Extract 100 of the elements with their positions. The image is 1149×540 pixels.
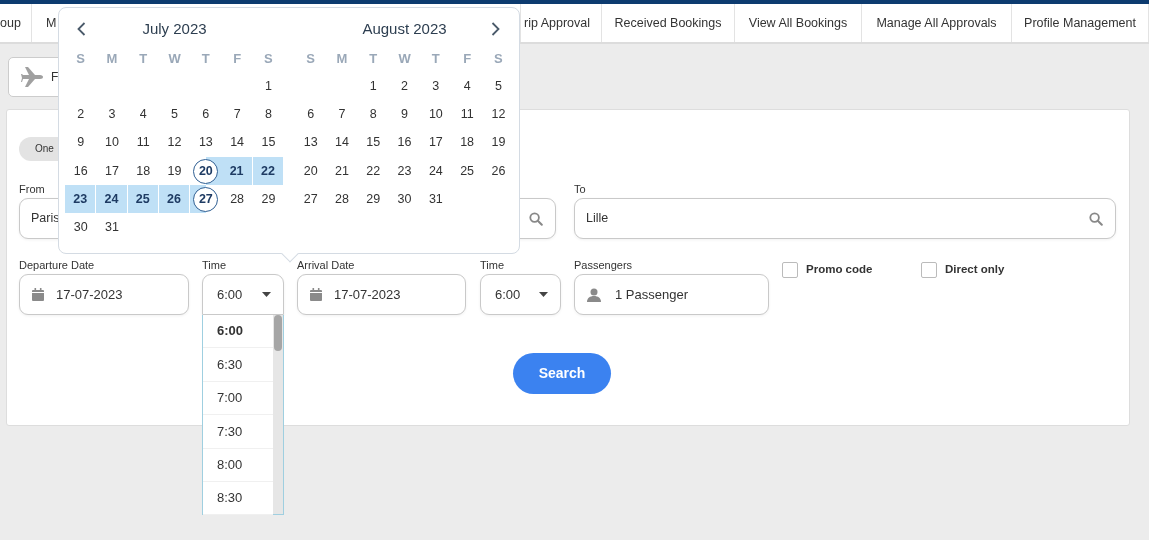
calendar-day[interactable]: 4 <box>127 100 159 129</box>
calendar-day[interactable]: 7 <box>326 100 358 129</box>
calendar-day[interactable]: 21 <box>326 156 358 186</box>
calendar-day[interactable]: 30 <box>65 213 97 242</box>
passenger-field[interactable]: 1 Passenger <box>574 274 769 315</box>
month-title: August 2023 <box>361 19 448 39</box>
field-label: Time <box>202 259 228 272</box>
calendar-day[interactable]: 24 <box>420 156 452 186</box>
calendar-day[interactable]: 25 <box>451 156 483 186</box>
calendar-day[interactable]: 22 <box>252 156 285 186</box>
field-label: Time <box>480 259 506 272</box>
checkbox[interactable] <box>921 261 937 278</box>
calendar-day[interactable]: 12 <box>482 100 515 129</box>
calendar-day[interactable]: 29 <box>252 185 285 214</box>
calendar-day[interactable]: 9 <box>388 100 421 129</box>
field-label: To <box>574 183 587 196</box>
calendar-day[interactable]: 11 <box>451 100 483 129</box>
calendar-day[interactable]: 30 <box>388 185 421 214</box>
field-label: Departure Date <box>19 259 96 272</box>
scrollbar[interactable] <box>273 315 283 514</box>
calendar-day[interactable]: 5 <box>482 72 515 101</box>
caret-icon <box>539 292 548 297</box>
calendar-day[interactable]: 19 <box>158 156 191 186</box>
calendar-day[interactable]: 20 <box>190 156 222 186</box>
calendar-day[interactable]: 13 <box>190 128 222 157</box>
calendar-day[interactable]: 6 <box>295 100 327 129</box>
weekday-label: F <box>462 50 473 68</box>
calendar-day[interactable]: 4 <box>451 72 483 101</box>
calendar-day[interactable]: 14 <box>326 128 358 157</box>
field-label: Arrival Date <box>297 259 356 272</box>
calendar-day[interactable]: 3 <box>96 100 128 129</box>
calendar-day[interactable]: 27 <box>295 185 327 214</box>
time-select[interactable]: 6:00 <box>202 274 284 315</box>
checkbox-label: Promo code <box>806 262 873 277</box>
calendar-day[interactable]: 5 <box>158 100 191 129</box>
calendar-day[interactable]: 14 <box>221 128 253 157</box>
weekday-label: W <box>167 50 182 68</box>
calendar-day[interactable]: 28 <box>326 185 358 214</box>
previous-month-icon[interactable] <box>77 22 86 36</box>
date-field[interactable]: 17-07-2023 <box>19 274 189 315</box>
calendar-day[interactable]: 10 <box>420 100 452 129</box>
calendar-day[interactable]: 6 <box>190 100 222 129</box>
calendar-day[interactable]: 15 <box>252 128 285 157</box>
calendar-day[interactable]: 18 <box>127 156 159 186</box>
calendar-day[interactable]: 26 <box>158 185 191 214</box>
calendar-day[interactable]: 17 <box>96 156 128 186</box>
calendar-day[interactable]: 17 <box>420 128 452 157</box>
calendar-day[interactable]: 19 <box>482 128 515 157</box>
weekday-label: F <box>232 50 243 68</box>
calendar-day[interactable]: 8 <box>357 100 389 129</box>
nav-tab[interactable]: oup <box>0 4 32 42</box>
weekday-label: T <box>200 50 211 68</box>
plane-icon <box>21 66 45 88</box>
calendar-day[interactable]: 13 <box>295 128 327 157</box>
calendar-day[interactable]: 20 <box>295 156 327 186</box>
calendar-day[interactable]: 11 <box>127 128 159 157</box>
caret-icon <box>262 292 271 297</box>
calendar-day[interactable]: 16 <box>388 128 421 157</box>
weekday-label: S <box>493 50 504 68</box>
time-select[interactable]: 6:00 <box>480 274 561 315</box>
calendar-icon <box>310 288 322 301</box>
month-title: July 2023 <box>141 19 208 39</box>
calendar-day[interactable]: 2 <box>388 72 421 101</box>
checkbox[interactable] <box>782 261 798 278</box>
calendar-day[interactable]: 9 <box>65 128 97 157</box>
calendar-day[interactable]: 31 <box>96 213 128 242</box>
calendar-icon <box>32 288 44 301</box>
weekday-label: S <box>305 50 316 68</box>
weekday-label: T <box>138 50 149 68</box>
calendar-day[interactable]: 18 <box>451 128 483 157</box>
nav-tab[interactable]: rip Approval <box>521 4 602 42</box>
calendar-day[interactable]: 23 <box>388 156 421 186</box>
search-button[interactable]: Search <box>513 353 611 394</box>
calendar-day[interactable]: 29 <box>357 185 389 214</box>
person-icon <box>587 287 601 302</box>
weekday-label: S <box>75 50 86 68</box>
calendar-day[interactable]: 15 <box>357 128 389 157</box>
calendar-day[interactable]: 21 <box>221 156 253 186</box>
calendar-day[interactable]: 23 <box>65 185 97 214</box>
calendar-day[interactable]: 26 <box>482 156 515 186</box>
calendar-day[interactable]: 2 <box>65 100 97 129</box>
weekday-label: T <box>430 50 441 68</box>
calendar-day[interactable]: 3 <box>420 72 452 101</box>
weekday-label: T <box>368 50 379 68</box>
calendar-day[interactable]: 24 <box>96 185 128 214</box>
calendar-day[interactable]: 16 <box>65 156 97 186</box>
calendar-day[interactable]: 10 <box>96 128 128 157</box>
location-field[interactable]: Lille <box>574 198 1116 239</box>
calendar-day[interactable]: 28 <box>221 185 253 214</box>
next-month-icon[interactable] <box>491 22 500 36</box>
calendar-day[interactable]: 31 <box>420 185 452 214</box>
calendar-day[interactable]: 1 <box>357 72 389 101</box>
calendar-day[interactable]: 22 <box>357 156 389 186</box>
calendar-day[interactable]: 8 <box>252 100 285 129</box>
date-field[interactable]: 17-07-2023 <box>297 274 466 315</box>
calendar-day[interactable]: 7 <box>221 100 253 129</box>
calendar-day[interactable]: 25 <box>127 185 159 214</box>
field-label: From <box>19 183 46 196</box>
calendar-day[interactable]: 12 <box>158 128 191 157</box>
calendar-day[interactable]: 1 <box>252 72 285 101</box>
